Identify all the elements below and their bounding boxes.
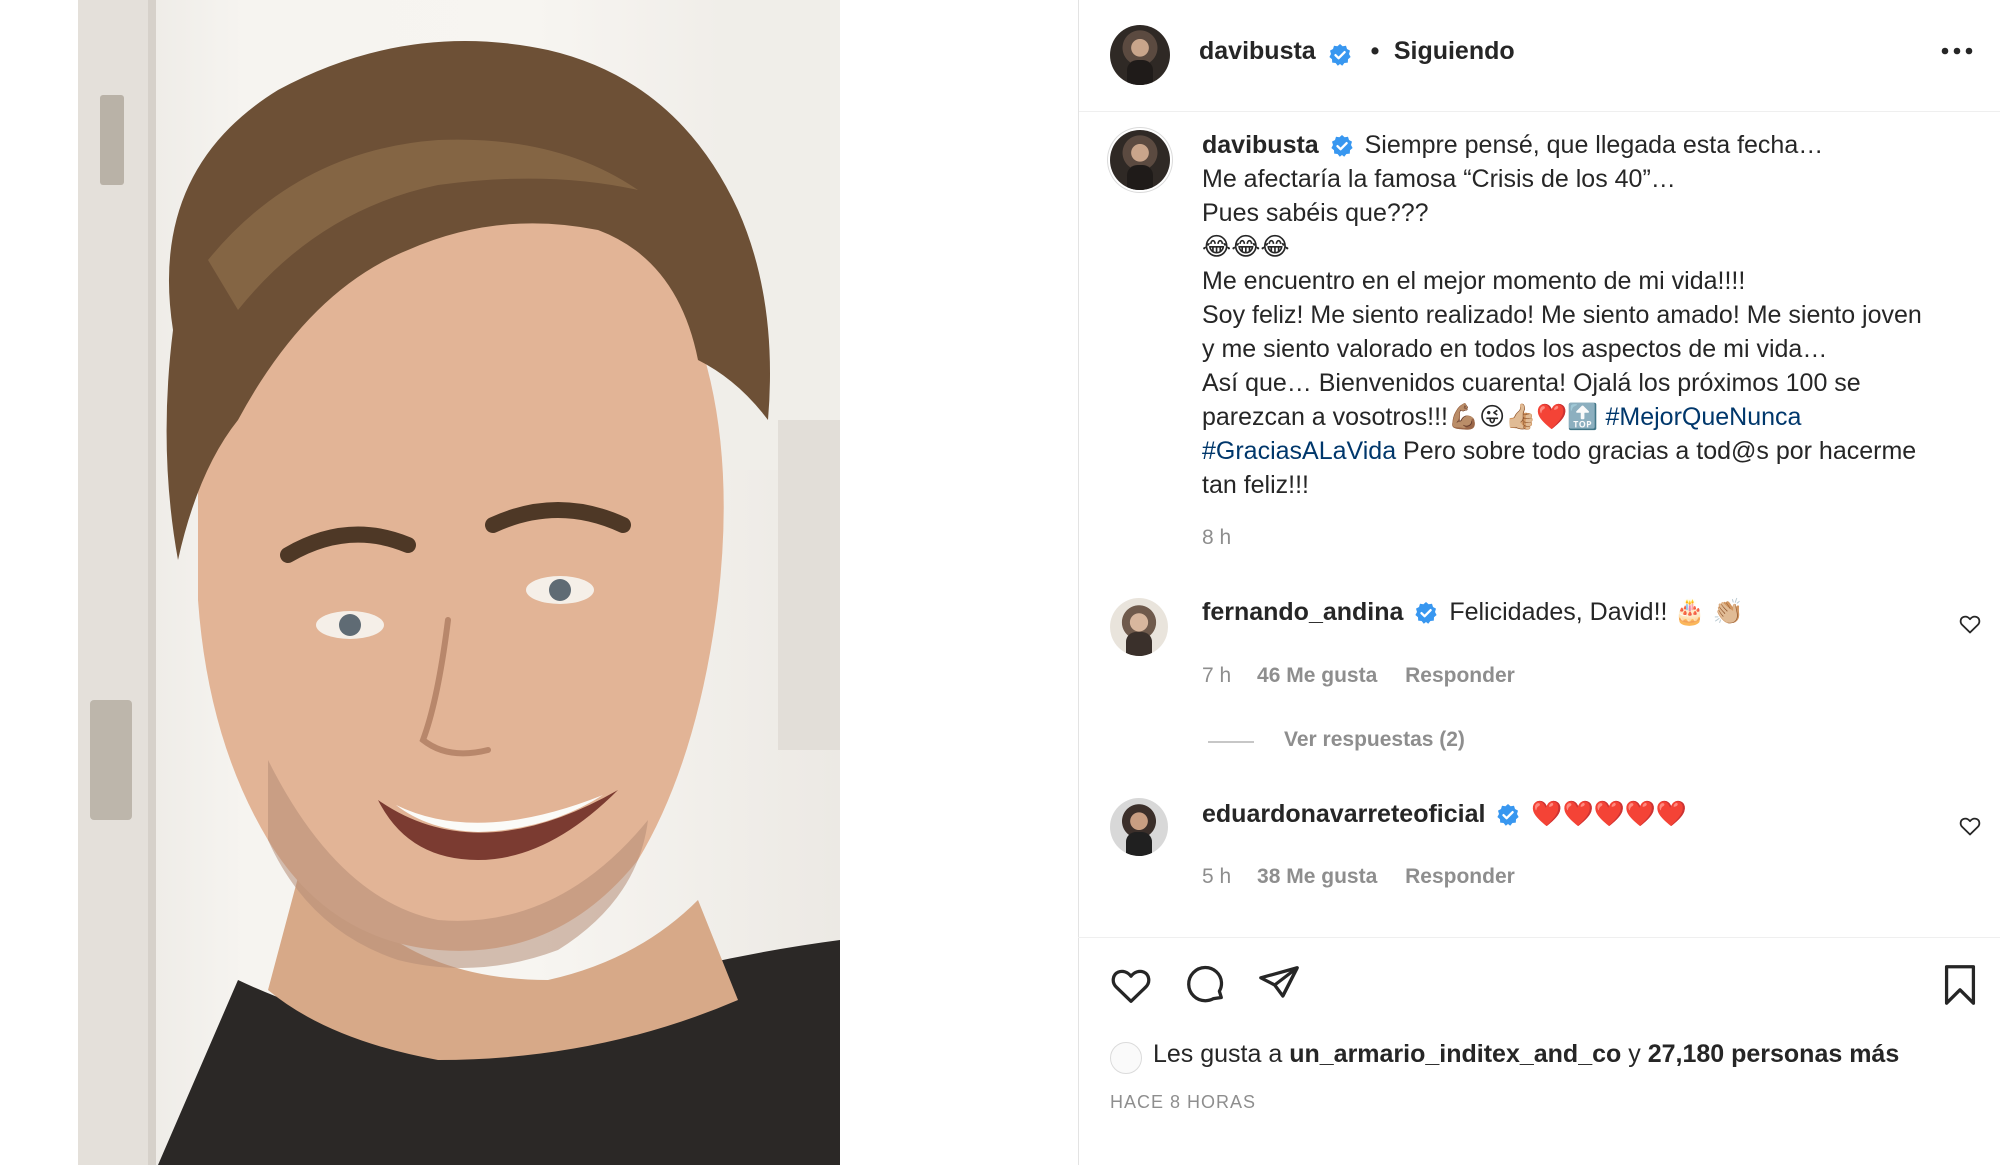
caption-text-line-6: Soy feliz! Me siento realizado! Me sient…: [1202, 301, 1922, 329]
post-photo[interactable]: [78, 0, 840, 1165]
comment-likes-count[interactable]: 38 Me gusta: [1257, 865, 1377, 888]
header-author-row: davibusta • Siguiendo: [1199, 37, 1515, 67]
hashtag-link[interactable]: #GraciasALaVida: [1202, 437, 1396, 465]
caption-text-line-3: Pues sabéis que???: [1202, 199, 1429, 227]
caption-text-line-2: Me afectaría la famosa “Crisis de los 40…: [1202, 165, 1676, 193]
comment-like-heart-icon[interactable]: [1958, 612, 1982, 636]
header-separator: •: [1370, 37, 1380, 65]
caption-text-line-10: Pero sobre todo gracias a tod@s por hace…: [1396, 437, 1917, 465]
replies-divider: [1208, 741, 1254, 743]
caption-author-username[interactable]: davibusta: [1202, 131, 1319, 159]
selfie-illustration: [78, 0, 840, 1165]
likes-summary: Les gusta a un_armario_inditex_and_co y …: [1153, 1040, 1899, 1069]
like-heart-icon[interactable]: [1108, 962, 1154, 1008]
actions-divider: [1078, 937, 2000, 938]
post-caption: davibusta Siempre pensé, que llegada est…: [1202, 128, 1992, 502]
caption-text-line-5: Me encuentro en el mejor momento de mi v…: [1202, 267, 1746, 295]
hashtag-link[interactable]: #MejorQueNunca: [1606, 403, 1802, 431]
caption-text-line-7: y me siento valorado en todos los aspect…: [1202, 335, 1828, 363]
comment-username[interactable]: fernando_andina: [1202, 598, 1403, 626]
caption-text-line-4: 😂😂😂: [1202, 233, 1290, 261]
comment-username[interactable]: eduardonavarreteoficial: [1202, 800, 1485, 828]
verified-badge-icon: [1415, 602, 1437, 625]
liker-username[interactable]: un_armario_inditex_and_co: [1289, 1040, 1621, 1068]
caption-text-line-8: Así que… Bienvenidos cuarenta! Ojalá los…: [1202, 369, 1861, 397]
comment-text: ❤️❤️❤️❤️❤️: [1531, 800, 1687, 828]
post-time-ago[interactable]: HACE 8 HORAS: [1110, 1092, 1256, 1113]
comment-row: eduardonavarreteoficial ❤️❤️❤️❤️❤️: [1202, 800, 1687, 829]
comment-text: Felicidades, David!! 🎂 👏🏼: [1449, 598, 1744, 626]
caption-author-avatar[interactable]: [1110, 130, 1170, 190]
commenter-avatar[interactable]: [1110, 598, 1168, 656]
following-button[interactable]: Siguiendo: [1394, 37, 1515, 65]
author-username[interactable]: davibusta: [1199, 37, 1316, 65]
comment-likes-count[interactable]: 46 Me gusta: [1257, 664, 1377, 687]
comment-meta: 5 h 38 Me gusta Responder: [1202, 865, 1515, 889]
caption-timestamp[interactable]: 8 h: [1202, 526, 1231, 550]
reply-button[interactable]: Responder: [1405, 664, 1515, 687]
verified-badge-icon: [1497, 804, 1519, 827]
author-avatar[interactable]: [1110, 25, 1170, 85]
comment-like-heart-icon[interactable]: [1958, 814, 1982, 838]
commenter-avatar[interactable]: [1110, 798, 1168, 856]
caption-line: #GraciasALaVida Pero sobre todo gracias …: [1202, 434, 1992, 468]
liker-avatar[interactable]: [1110, 1042, 1142, 1074]
comment-meta: 7 h 46 Me gusta Responder: [1202, 664, 1515, 688]
caption-line: davibusta Siempre pensé, que llegada est…: [1202, 128, 1992, 162]
comment-timestamp[interactable]: 7 h: [1202, 664, 1231, 687]
verified-badge-icon: [1331, 135, 1353, 158]
caption-line: parezcan a vosotros!!!💪🏽😜👍🏼❤️🔝 #MejorQue…: [1202, 400, 1992, 434]
likes-count[interactable]: 27,180 personas más: [1648, 1040, 1900, 1068]
reply-button[interactable]: Responder: [1405, 865, 1515, 888]
view-replies-button[interactable]: Ver respuestas (2): [1284, 728, 1465, 752]
caption-text-line-11: tan feliz!!!: [1202, 471, 1309, 499]
verified-badge-icon: [1329, 43, 1351, 66]
likes-middle: y: [1621, 1040, 1648, 1068]
caption-text-line-9: parezcan a vosotros!!!💪🏽😜👍🏼❤️🔝: [1202, 403, 1599, 431]
comment-timestamp[interactable]: 5 h: [1202, 865, 1231, 888]
comment-row: fernando_andina Felicidades, David!! 🎂 👏…: [1202, 598, 1744, 627]
save-bookmark-icon[interactable]: [1937, 962, 1983, 1008]
comment-bubble-icon[interactable]: [1182, 962, 1228, 1008]
likes-prefix: Les gusta a: [1153, 1040, 1290, 1068]
more-horizontal-icon[interactable]: [1940, 45, 1974, 57]
caption-text-line-1: Siempre pensé, que llegada esta fecha…: [1364, 131, 1824, 159]
share-send-icon[interactable]: [1256, 962, 1302, 1008]
